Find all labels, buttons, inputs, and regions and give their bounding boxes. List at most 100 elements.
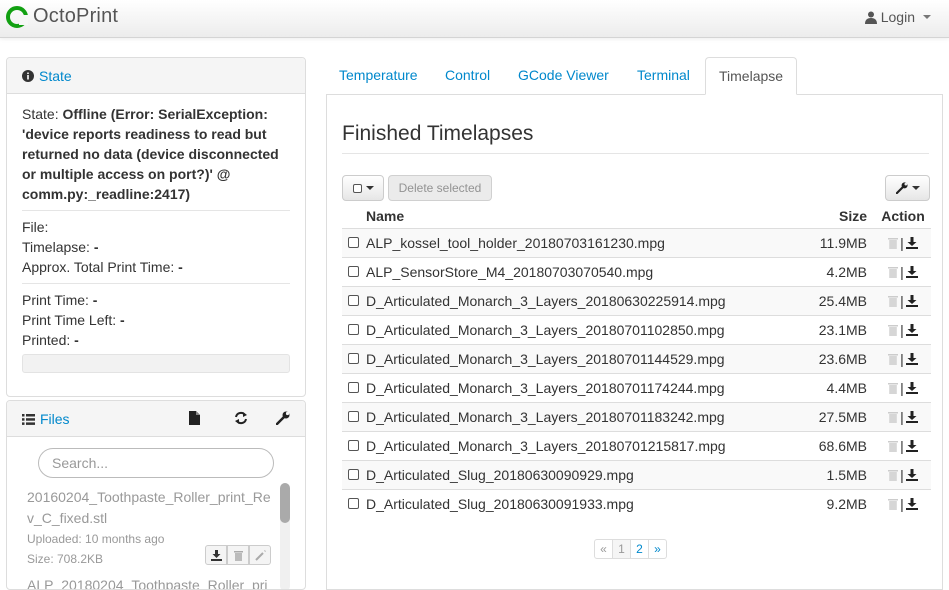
octoprint-logo-icon xyxy=(6,5,28,28)
pagination-prev[interactable]: « xyxy=(594,539,613,559)
action-separator: | xyxy=(900,466,904,483)
download-icon[interactable] xyxy=(905,236,918,249)
action-separator: | xyxy=(900,437,904,454)
row-checkbox[interactable] xyxy=(348,265,359,277)
tab-control[interactable]: Control xyxy=(432,57,503,95)
download-icon[interactable] xyxy=(905,497,918,510)
tab-terminal[interactable]: Terminal xyxy=(624,57,703,95)
file-list-item[interactable]: 20160204_Toothpaste_Roller_print_Rev_C_f… xyxy=(27,487,277,569)
trash-icon[interactable] xyxy=(888,353,899,365)
file-list-item[interactable]: ALP_20180204_Toothpaste_Roller_pri xyxy=(27,577,268,589)
login-dropdown[interactable]: Login xyxy=(864,9,931,25)
trash-icon[interactable] xyxy=(888,382,899,394)
printed-label: Printed: xyxy=(22,332,71,348)
files-search-input[interactable] xyxy=(38,448,274,478)
timelapse-name: D_Articulated_Monarch_3_Layers_201807011… xyxy=(366,401,795,431)
trash-icon[interactable] xyxy=(888,266,899,278)
download-icon[interactable] xyxy=(905,381,918,394)
state-panel-title: State xyxy=(39,68,72,84)
trash-icon[interactable] xyxy=(888,440,899,452)
timelapse-size: 23.1MB xyxy=(795,314,875,344)
timelapse-name: D_Articulated_Monarch_3_Layers_201807011… xyxy=(366,314,795,344)
delete-selected-button[interactable]: Delete selected xyxy=(388,175,492,201)
row-checkbox-cell xyxy=(342,430,366,460)
table-row: D_Articulated_Monarch_3_Layers_201806302… xyxy=(342,285,931,315)
row-actions: | xyxy=(875,459,931,489)
pagination-next[interactable]: » xyxy=(648,539,667,559)
row-checkbox[interactable] xyxy=(348,439,359,451)
delete-file-button[interactable] xyxy=(227,545,249,565)
tab-gcode-viewer[interactable]: GCode Viewer xyxy=(505,57,622,95)
trash-icon[interactable] xyxy=(888,324,899,336)
trash-icon xyxy=(233,550,243,561)
printed-value: - xyxy=(74,332,79,348)
pagination-page-1[interactable]: 1 xyxy=(612,539,631,559)
brand-link[interactable]: OctoPrint xyxy=(6,5,118,28)
timelapse-value: - xyxy=(93,239,99,255)
state-line: State: Offline (Error: SerialException: … xyxy=(22,104,290,204)
print-time-line: Print Time: - xyxy=(22,290,290,310)
row-checkbox-cell xyxy=(342,372,366,402)
info-icon xyxy=(22,70,34,82)
row-checkbox-cell xyxy=(342,227,366,257)
header-check xyxy=(342,204,366,229)
row-checkbox[interactable] xyxy=(348,497,359,509)
refresh-icon[interactable] xyxy=(234,411,248,425)
trash-icon[interactable] xyxy=(888,469,899,481)
row-checkbox[interactable] xyxy=(348,352,359,364)
timelapse-name: D_Articulated_Monarch_3_Layers_201806302… xyxy=(366,285,795,315)
timelapse-size: 27.5MB xyxy=(795,401,875,431)
table-row: D_Articulated_Monarch_3_Layers_201807011… xyxy=(342,314,931,344)
main-tabs: Temperature Control GCode Viewer Termina… xyxy=(326,57,943,95)
pagination-page-2[interactable]: 2 xyxy=(630,539,649,559)
download-file-button[interactable] xyxy=(205,545,227,565)
state-panel-header[interactable]: State xyxy=(7,58,305,94)
file-name[interactable]: 20160204_Toothpaste_Roller_print_Rev_C_f… xyxy=(27,487,277,529)
print-time-left-label: Print Time Left: xyxy=(22,312,117,328)
file-list-scrollbar[interactable] xyxy=(280,483,290,589)
new-file-icon[interactable] xyxy=(189,411,200,425)
download-icon[interactable] xyxy=(905,265,918,278)
download-icon[interactable] xyxy=(905,294,918,307)
files-panel-title: Files xyxy=(40,411,70,427)
trash-icon[interactable] xyxy=(888,411,899,423)
download-icon[interactable] xyxy=(905,352,918,365)
row-checkbox[interactable] xyxy=(348,410,359,422)
row-checkbox[interactable] xyxy=(348,381,359,393)
trash-icon[interactable] xyxy=(888,498,899,510)
select-dropdown-button[interactable] xyxy=(342,175,384,201)
trash-icon[interactable] xyxy=(888,237,899,249)
timelapse-table: Name Size Action ALP_kossel_tool_holder_… xyxy=(342,204,931,518)
tab-temperature[interactable]: Temperature xyxy=(326,57,431,95)
row-checkbox[interactable] xyxy=(348,236,359,248)
table-row: D_Articulated_Monarch_3_Layers_201807012… xyxy=(342,430,931,460)
header-name[interactable]: Name xyxy=(366,204,795,229)
table-row: D_Articulated_Slug_20180630091933.mpg 9.2… xyxy=(342,488,931,518)
tab-timelapse[interactable]: Timelapse xyxy=(705,57,798,95)
pagination: « 1 2 » xyxy=(594,539,667,559)
row-actions: | xyxy=(875,314,931,344)
approx-time-value: - xyxy=(178,259,183,275)
download-icon[interactable] xyxy=(905,410,918,423)
slice-file-button[interactable] xyxy=(249,545,271,565)
download-icon[interactable] xyxy=(905,468,918,481)
wrench-icon[interactable] xyxy=(276,411,290,425)
timelapse-size: 9.2MB xyxy=(795,488,875,518)
divider xyxy=(22,283,290,284)
print-time-label: Print Time: xyxy=(22,292,89,308)
files-panel-header[interactable]: Files xyxy=(7,401,305,437)
trash-icon[interactable] xyxy=(888,295,899,307)
timelapse-size: 25.4MB xyxy=(795,285,875,315)
row-checkbox[interactable] xyxy=(348,323,359,335)
download-icon[interactable] xyxy=(905,323,918,336)
timelapse-size: 11.9MB xyxy=(795,227,875,257)
row-checkbox[interactable] xyxy=(348,468,359,480)
download-icon[interactable] xyxy=(905,439,918,452)
row-checkbox[interactable] xyxy=(348,294,359,306)
scrollbar-thumb[interactable] xyxy=(280,483,290,523)
header-size[interactable]: Size xyxy=(795,204,875,229)
row-checkbox-cell xyxy=(342,401,366,431)
timelapse-settings-button[interactable] xyxy=(885,175,930,201)
wrench-icon xyxy=(895,182,908,194)
row-actions: | xyxy=(875,343,931,373)
